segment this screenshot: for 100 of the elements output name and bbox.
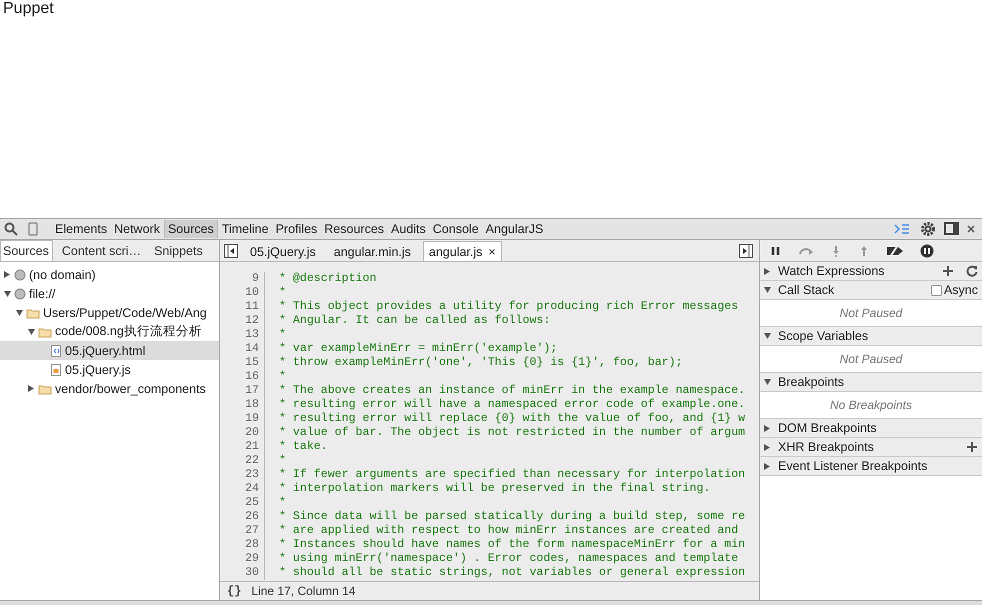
settings-icon[interactable] [920,221,936,237]
section-header[interactable]: Event Listener Breakpoints [760,457,982,476]
expanded-arrow-icon[interactable] [4,290,11,296]
expanded-arrow-icon[interactable] [764,333,771,339]
line-number: 18 [220,398,265,412]
phone-icon[interactable] [28,222,38,236]
line-number: 19 [220,412,265,426]
tree-item[interactable]: (no domain) [0,265,219,284]
panel-tab[interactable]: Audits [388,220,429,238]
file-tab[interactable]: angular.min.js [328,241,417,261]
collapsed-arrow-icon[interactable] [764,444,770,450]
collapsed-arrow-icon[interactable] [764,424,770,432]
pretty-print-button[interactable]: {} [227,584,242,598]
section-header[interactable]: XHR Breakpoints [760,438,982,457]
tree-item[interactable]: 05.jQuery.js [0,360,219,379]
line-number: 23 [220,468,265,482]
panel-tab[interactable]: Resources [321,220,388,238]
line-number: 10 [220,286,265,300]
pause-icon[interactable] [770,244,782,256]
line-number: 30 [220,566,265,580]
line-number: 11 [220,300,265,314]
panel-tab[interactable]: Timeline [218,220,272,238]
expanded-arrow-icon[interactable] [16,310,23,316]
close-tab-button[interactable]: × [488,245,496,261]
expanded-arrow-icon[interactable] [28,328,35,334]
console-drawer-icon[interactable] [894,223,910,235]
add-icon[interactable] [942,265,954,277]
globe-icon [14,288,26,300]
expanded-arrow-icon[interactable] [764,287,771,293]
tree-item[interactable]: file:// [0,284,219,303]
tab-label: 05.jQuery.js [250,245,316,261]
section-header[interactable]: DOM Breakpoints [760,419,982,438]
tab-label: angular.js [428,245,482,261]
file-tab[interactable]: 05.jQuery.js [244,241,322,261]
empty-message: Not Paused [840,352,902,366]
async-checkbox[interactable]: Async [930,283,978,297]
pause-on-exceptions-icon[interactable] [920,244,934,258]
panel-tab[interactable]: Console [430,220,482,238]
code-line: * The above creates an instance of minErr in the example namespace. [278,384,746,398]
expanded-arrow-icon[interactable] [764,379,771,385]
tree-item[interactable]: Users/Puppet/Code/Web/Ang [0,303,219,322]
code-line: * This object provides a utility for producing rich Error messages [278,300,738,314]
section-header[interactable]: Watch Expressions [760,262,982,281]
panel-tab[interactable]: Elements [52,220,110,238]
file-tab[interactable]: angular.js × [422,241,502,261]
panel-tab[interactable]: Sources [164,220,218,238]
line-number: 24 [220,482,265,496]
section-header[interactable]: Scope Variables [760,327,982,346]
tree-item[interactable]: code/008.ng执行流程分析 [0,322,219,341]
collapsed-arrow-icon[interactable] [28,385,34,392]
script-file-icon [50,364,62,376]
collapsed-arrow-icon[interactable] [4,271,10,278]
code-line: * If fewer arguments are specified than necessary for interpolation [278,468,746,482]
code-line: * take. [278,440,328,454]
code-line: * should all be static strings, not variables or general expression [278,566,746,580]
code-line: * Angular. It can be called as follows: [278,314,550,328]
add-icon[interactable] [966,441,978,453]
code-line: * [278,286,286,300]
page-title: Puppet [2,0,55,19]
code-line: * Instances should have names of the form namespaceMinErr for a min [278,538,746,552]
code-line: * are applied with respect to how minErr instances are created and [278,524,738,538]
dock-icon[interactable] [944,222,960,236]
line-number: 27 [220,524,265,538]
deactivate-breakpoints-icon[interactable] [886,244,904,256]
collapsed-arrow-icon[interactable] [764,268,770,274]
collapsed-arrow-icon[interactable] [764,462,770,470]
line-number: 26 [220,510,265,524]
panel-tab[interactable]: Network [111,220,163,238]
sidebar-toggle-icon[interactable] [224,244,238,258]
panel-tab[interactable]: Profiles [272,220,320,238]
folder-icon [26,306,40,318]
panel-tab[interactable]: AngularJS [482,220,546,238]
line-number: 28 [220,538,265,552]
section-header[interactable]: Breakpoints [760,373,982,392]
line-number: 9 [220,272,265,286]
section-header[interactable]: Call Stack Async [760,281,982,300]
close-icon[interactable] [966,224,976,234]
code-line: * [278,454,286,468]
search-icon[interactable] [4,222,18,236]
empty-message: Not Paused [840,306,902,320]
code-line: * using minErr('namespace') . Error codes, namespaces and template [278,552,738,566]
html-file-icon [50,344,62,356]
folder-icon [38,382,52,394]
folder-icon [38,326,52,338]
code-line: * interpolation markers will be preserved in the final string. [278,482,710,496]
refresh-icon[interactable] [966,265,978,277]
line-number: 29 [220,552,265,566]
navigator-tab[interactable]: Sources [0,240,53,261]
line-number: 17 [220,384,265,398]
debugger-toggle-icon[interactable] [739,244,753,258]
tree-item[interactable]: vendor/bower_components [0,379,219,398]
navigator-tab[interactable]: Content scri… [58,240,146,261]
navigator-tab[interactable]: Snippets [151,240,207,261]
tree-item[interactable]: 05.jQuery.html [0,341,219,360]
line-number: 16 [220,370,265,384]
empty-message: No Breakpoints [830,398,912,412]
code-line: * var exampleMinErr = minErr('example'); [278,342,558,356]
tab-label: angular.min.js [334,245,411,261]
code-line: * value of bar. The object is not restricted in the number of argum [278,426,746,440]
code-editor[interactable] [220,262,759,581]
